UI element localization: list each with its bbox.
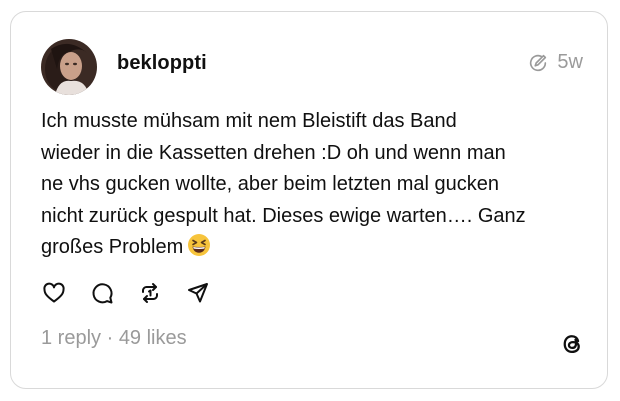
threads-logo-icon — [563, 335, 580, 354]
heart-icon — [43, 282, 65, 303]
post-card: bekloppti 5w Ich musste mühsam mit nem B… — [10, 11, 608, 389]
reply-count[interactable]: 1 reply — [41, 327, 101, 349]
comment-icon — [92, 283, 113, 304]
post-stats: 1 reply · 49 likes — [41, 327, 187, 350]
like-count[interactable]: 49 likes — [119, 327, 187, 349]
threads-logo[interactable] — [559, 331, 585, 357]
post-text: Ich musste mühsam mit nem Bleistift das … — [41, 110, 526, 258]
post-meta: 5w — [527, 51, 583, 74]
avatar[interactable] — [41, 39, 97, 95]
grinning-squinting-face-emoji — [187, 233, 211, 268]
send-icon — [188, 283, 208, 303]
reply-button[interactable] — [89, 280, 115, 306]
repost-button[interactable] — [137, 280, 163, 306]
stats-separator: · — [101, 327, 119, 349]
like-button[interactable] — [41, 280, 67, 306]
share-button[interactable] — [185, 280, 211, 306]
post-body: Ich musste mühsam mit nem Bleistift das … — [41, 106, 581, 268]
repost-icon — [142, 283, 158, 303]
post-time: 5w — [557, 51, 583, 73]
action-bar — [41, 280, 233, 306]
username[interactable]: bekloppti — [117, 52, 207, 75]
edited-icon — [530, 54, 547, 71]
